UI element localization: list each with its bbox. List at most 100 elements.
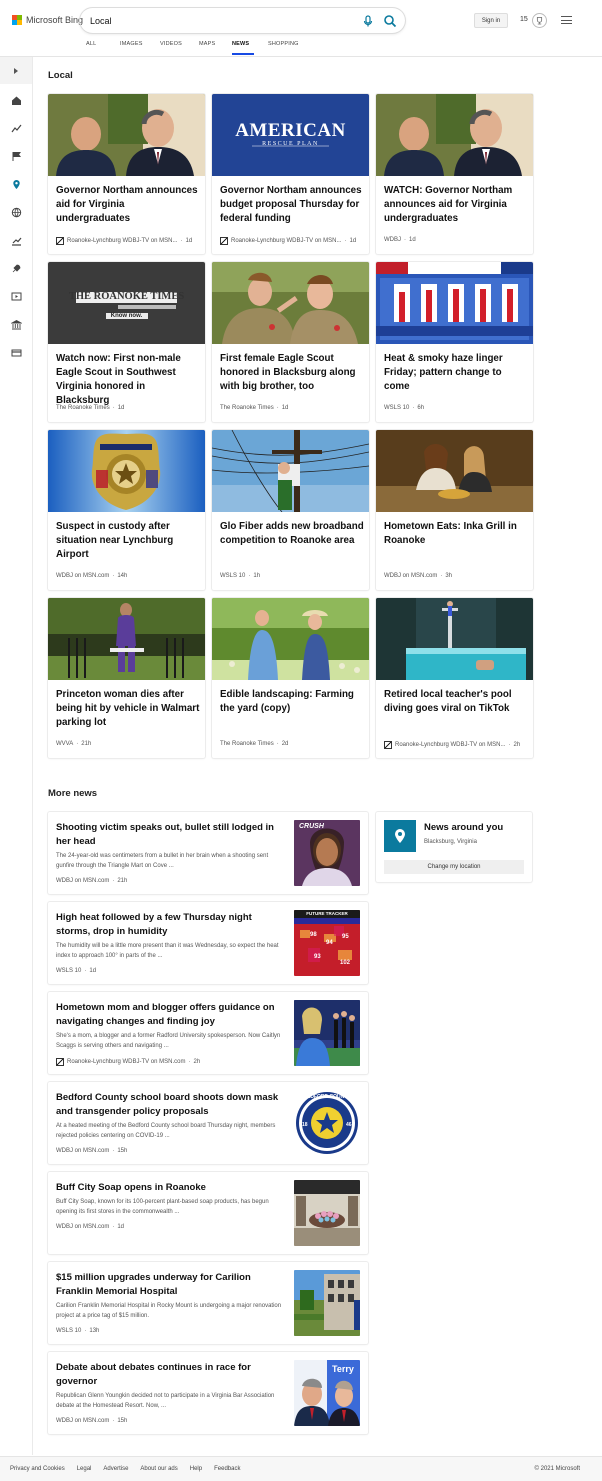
news-card-title[interactable]: Glo Fiber adds new broadband competition… [220, 520, 365, 548]
news-card-title[interactable]: Heat & smoky haze linger Friday; pattern… [384, 352, 529, 394]
news-item-thumbnail[interactable] [294, 1270, 360, 1336]
news-card-image[interactable] [376, 598, 533, 680]
news-list-item[interactable]: Debate about debates continues in race f… [48, 1352, 368, 1434]
footer-link[interactable]: Legal [77, 1466, 92, 1472]
news-item-title[interactable]: Debate about debates continues in race f… [56, 1361, 281, 1389]
news-card[interactable]: THE ROANOKE TIMES Know now. Watch now: Fir… [48, 262, 205, 422]
rail-expand-button[interactable] [0, 57, 32, 84]
news-card-title[interactable]: Governor Northam announces budget propos… [220, 184, 365, 226]
news-card-title[interactable]: Watch now: First non-male Eagle Scout in… [56, 352, 201, 408]
flag-icon[interactable] [11, 151, 22, 162]
news-item-title[interactable]: $15 million upgrades underway for Carili… [56, 1271, 281, 1299]
news-item-thumbnail[interactable] [294, 1000, 360, 1066]
separator-dot: · [112, 878, 115, 884]
news-card-image[interactable] [212, 598, 369, 680]
news-list-item[interactable]: Bedford County school board shoots down … [48, 1082, 368, 1164]
entertainment-icon[interactable] [11, 291, 22, 302]
footer-link[interactable]: Advertise [103, 1466, 128, 1472]
news-card-image[interactable] [48, 94, 205, 176]
news-item-title[interactable]: Hometown mom and blogger offers guidance… [56, 1001, 281, 1029]
news-card-source: The Roanoke Times · 1d [56, 405, 124, 411]
globe-icon[interactable] [11, 207, 22, 218]
news-card-title[interactable]: Hometown Eats: Inka Grill in Roanoke [384, 520, 529, 548]
news-item-title[interactable]: Shooting victim speaks out, bullet still… [56, 821, 281, 849]
footer-link[interactable]: Feedback [214, 1466, 240, 1472]
news-card-image[interactable] [212, 430, 369, 512]
business-icon[interactable] [11, 235, 22, 246]
source-age: 13h [89, 1328, 100, 1334]
tab-images[interactable]: IMAGES [120, 41, 160, 55]
money-icon[interactable] [11, 347, 22, 358]
news-card-title[interactable]: First female Eagle Scout honored in Blac… [220, 352, 365, 394]
news-card-title[interactable]: Edible landscaping: Farming the yard (co… [220, 688, 365, 716]
search-box[interactable]: Local [80, 8, 405, 33]
tab-news[interactable]: NEWS [232, 41, 254, 55]
news-item-title[interactable]: Buff City Soap opens in Roanoke [56, 1181, 281, 1195]
news-list-item[interactable]: Buff City Soap opens in Roanoke Buff City… [48, 1172, 368, 1254]
news-card-image[interactable] [212, 262, 369, 344]
news-card[interactable]: Retired local teacher's pool diving goes… [376, 598, 533, 758]
hamburger-menu-icon[interactable] [561, 16, 572, 24]
news-list-item[interactable]: High heat followed by a few Thursday nig… [48, 902, 368, 984]
news-card-image[interactable] [376, 430, 533, 512]
news-card-source: WDBJ · 1d [384, 237, 416, 243]
source-age: 2h [193, 1059, 201, 1065]
news-card-image[interactable] [48, 262, 205, 344]
news-item-title[interactable]: High heat followed by a few Thursday nig… [56, 911, 281, 939]
news-item-thumbnail[interactable]: 18 46 BEDFORD COUNTY [294, 1090, 360, 1156]
news-card[interactable]: Edible landscaping: Farming the yard (co… [212, 598, 369, 758]
bing-logo[interactable]: Microsoft Bing [12, 15, 83, 25]
news-card[interactable]: First female Eagle Scout honored in Blac… [212, 262, 369, 422]
news-card-title[interactable]: Retired local teacher's pool diving goes… [384, 688, 529, 716]
news-card-image[interactable] [48, 598, 205, 680]
news-card-image[interactable] [48, 430, 205, 512]
rewards-count[interactable]: 15 [520, 16, 528, 23]
news-item-thumbnail[interactable]: CRUSH [294, 820, 360, 886]
news-card[interactable]: WATCH: Governor Northam announces aid fo… [376, 94, 533, 254]
trending-icon[interactable] [11, 123, 22, 134]
news-card-title[interactable]: WATCH: Governor Northam announces aid fo… [384, 184, 529, 226]
politics-icon[interactable] [11, 319, 22, 330]
news-card-image[interactable] [376, 94, 533, 176]
news-card[interactable]: Princeton woman dies after being hit by … [48, 598, 205, 758]
news-list-item[interactable]: Shooting victim speaks out, bullet still… [48, 812, 368, 894]
science-icon[interactable] [11, 263, 22, 274]
tab-videos[interactable]: VIDEOS [160, 41, 199, 55]
tab-all[interactable]: ALL [86, 41, 120, 55]
footer: Privacy and Cookies Legal Advertise About o… [0, 1456, 602, 1481]
news-card-title[interactable]: Governor Northam announces aid for Virgi… [56, 184, 201, 226]
footer-link[interactable]: About our ads [140, 1466, 177, 1472]
news-card-title[interactable]: Princeton woman dies after being hit by … [56, 688, 201, 730]
news-card[interactable]: Hometown Eats: Inka Grill in Roanoke WDBJ… [376, 430, 533, 590]
news-card[interactable]: Suspect in custody after situation near … [48, 430, 205, 590]
news-card[interactable]: AMERICAN RESCUE PLAN Governor Northam anno… [212, 94, 369, 254]
home-icon[interactable] [11, 95, 22, 106]
footer-link[interactable]: Privacy and Cookies [10, 1466, 65, 1472]
news-card-source: The Roanoke Times · 2d [220, 741, 288, 747]
news-item-thumbnail[interactable] [294, 1180, 360, 1246]
search-icon[interactable] [383, 14, 397, 28]
tab-shopping[interactable]: SHOPPING [268, 41, 308, 55]
tab-maps[interactable]: MAPS [199, 41, 232, 55]
sign-in-button[interactable]: Sign in [474, 13, 508, 28]
search-input[interactable]: Local [90, 16, 361, 26]
news-item-title[interactable]: Bedford County school board shoots down … [56, 1091, 281, 1119]
separator-dot: · [276, 405, 279, 411]
microphone-icon[interactable] [361, 14, 375, 28]
news-item-thumbnail[interactable]: 98 94 95 93 102 FUTURE TRACKER [294, 910, 360, 976]
news-list-item[interactable]: $15 million upgrades underway for Carili… [48, 1262, 368, 1344]
news-card-image[interactable] [376, 262, 533, 344]
source-age: 14h [117, 573, 128, 579]
news-card[interactable]: Heat & smoky haze linger Friday; pattern… [376, 262, 533, 422]
svg-text:102: 102 [340, 960, 351, 966]
news-item-thumbnail[interactable]: Terry [294, 1360, 360, 1426]
rewards-trophy-icon[interactable] [532, 13, 547, 28]
change-location-button[interactable]: Change my location [384, 860, 524, 874]
news-card-title[interactable]: Suspect in custody after situation near … [56, 520, 201, 562]
news-card[interactable]: Governor Northam announces aid for Virgi… [48, 94, 205, 254]
footer-link[interactable]: Help [190, 1466, 202, 1472]
news-item-source: WDBJ on MSN.com · 1d [56, 1224, 124, 1230]
location-icon[interactable] [11, 179, 22, 190]
news-list-item[interactable]: Hometown mom and blogger offers guidance… [48, 992, 368, 1074]
news-card[interactable]: Glo Fiber adds new broadband competition… [212, 430, 369, 590]
